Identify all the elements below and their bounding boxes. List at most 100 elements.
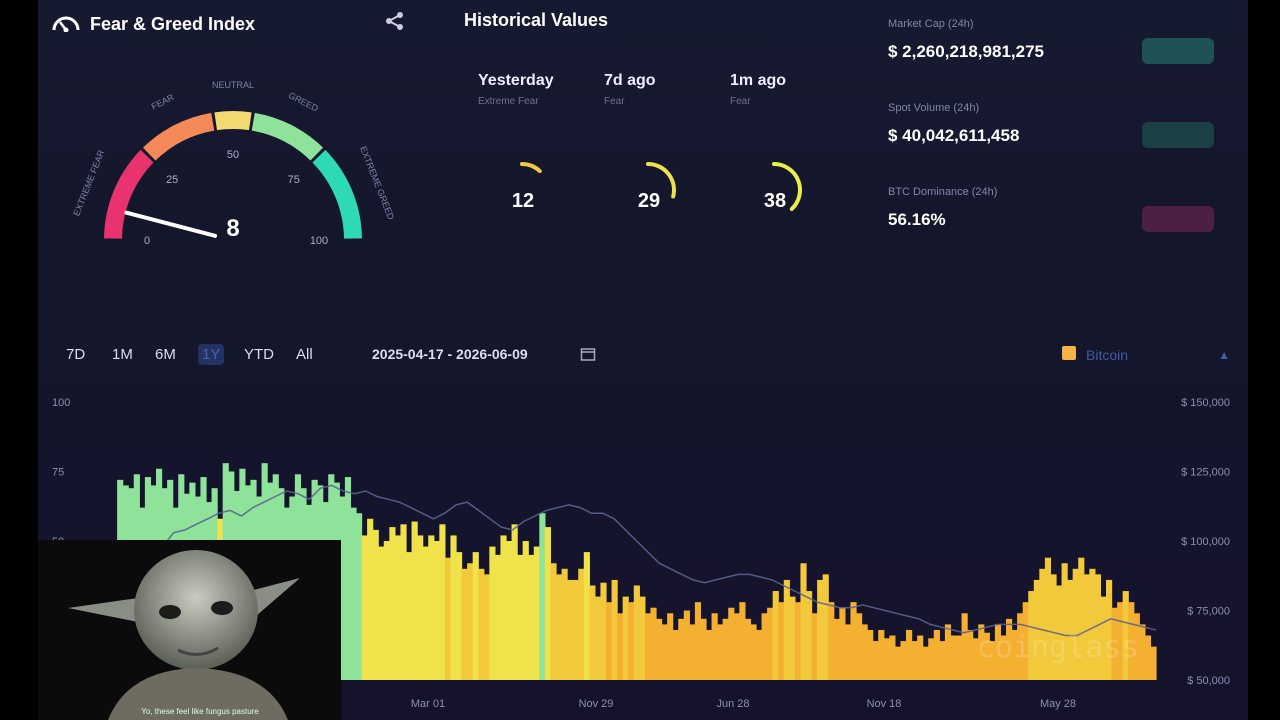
- fear-greed-bar: [456, 552, 463, 680]
- fear-greed-bar: [561, 568, 568, 680]
- fear-greed-bar: [861, 624, 868, 680]
- x-axis-tick: May 28: [1040, 698, 1076, 710]
- fear-greed-bar: [889, 635, 896, 680]
- gauge-tick-label: 75: [288, 174, 300, 186]
- historical-label: 1m ago: [730, 72, 787, 89]
- fear-greed-bar: [483, 574, 490, 680]
- fear-greed-bar: [1144, 635, 1152, 680]
- gauge-tick-label: 25: [166, 174, 178, 186]
- fear-greed-bar: [911, 641, 918, 680]
- range-all-button[interactable]: All: [292, 344, 317, 365]
- fear-greed-bar: [856, 613, 863, 680]
- fear-greed-bar: [939, 641, 946, 680]
- spot-volume-sparkline: [1142, 122, 1214, 148]
- fear-greed-bar: [828, 602, 835, 680]
- gauge-tick-label: 50: [227, 149, 239, 161]
- gauge-segment: [104, 149, 154, 239]
- fear-greed-bar: [367, 518, 374, 680]
- spot-volume-label: Spot Volume (24h): [888, 102, 980, 114]
- fear-greed-bar: [683, 610, 690, 680]
- coin-select[interactable]: Bitcoin ▲: [1060, 342, 1230, 368]
- fear-greed-bar: [644, 613, 652, 680]
- watermark: coinglass: [977, 630, 1140, 665]
- range-ytd-button[interactable]: YTD: [240, 344, 278, 365]
- gauge-needle: [124, 210, 218, 238]
- fear-greed-bar: [400, 524, 407, 680]
- x-axis-tick: Nov 18: [867, 698, 902, 710]
- fear-greed-bar: [894, 646, 902, 680]
- fear-greed-bar: [794, 602, 802, 680]
- fear-greed-bar: [839, 607, 846, 680]
- fear-greed-bar: [528, 554, 535, 680]
- fear-greed-bar: [450, 535, 457, 680]
- right-axis-tick: $ 50,000: [1187, 675, 1230, 687]
- fear-greed-bar: [750, 624, 757, 680]
- range-6m-button[interactable]: 6M: [151, 344, 180, 365]
- fear-greed-bar: [650, 607, 657, 680]
- fear-greed-bar: [739, 602, 746, 680]
- gauge-zone-label: FEAR: [150, 92, 176, 112]
- x-axis-tick: Nov 29: [579, 698, 614, 710]
- x-axis-tick: Jun 28: [716, 698, 749, 710]
- fear-greed-bar: [378, 546, 385, 680]
- gauge-segment: [214, 111, 252, 131]
- gauge-segment: [142, 112, 215, 161]
- fear-greed-bar: [572, 579, 579, 680]
- fear-greed-bar: [411, 521, 418, 680]
- historical-7d: 7d ago Fear 29: [604, 72, 714, 242]
- range-1m-button[interactable]: 1M: [108, 344, 137, 365]
- fear-greed-bar: [1139, 624, 1146, 680]
- fear-greed-bar: [811, 613, 818, 680]
- fear-greed-bar: [922, 646, 929, 680]
- gauge-tick-label: 100: [310, 235, 328, 247]
- fear-greed-bar: [950, 635, 957, 680]
- fear-greed-bar: [722, 618, 729, 680]
- fear-greed-bar: [428, 535, 435, 680]
- share-button[interactable]: [382, 10, 408, 36]
- fear-greed-bar: [633, 585, 640, 680]
- historical-label: Yesterday: [478, 72, 554, 89]
- bitcoin-icon: [1060, 344, 1078, 367]
- chart-toolbar: 7D 1M 6M 1Y YTD All 2025-04-17 - 2026-06…: [38, 340, 1248, 370]
- fear-greed-bar: [744, 618, 752, 680]
- fear-greed-bar: [756, 629, 763, 680]
- fear-greed-bar: [772, 591, 779, 680]
- historical-values-card: Historical Values Yesterday Extreme Fear…: [458, 0, 878, 260]
- fear-greed-bar: [556, 574, 563, 680]
- gauge-tick-label: 0: [144, 235, 150, 247]
- fear-greed-bar: [733, 613, 740, 680]
- fear-greed-bar: [928, 638, 935, 680]
- fear-greed-bar: [517, 554, 524, 680]
- date-range-picker[interactable]: 2025-04-17 - 2026-06-09: [372, 346, 528, 362]
- fear-greed-bar: [689, 624, 696, 680]
- historical-value: 12: [511, 190, 535, 212]
- fear-greed-bar: [700, 618, 707, 680]
- range-1y-button[interactable]: 1Y: [198, 344, 225, 365]
- fear-greed-bar: [906, 629, 913, 680]
- fear-greed-title-text: Fear & Greed Index: [90, 14, 256, 34]
- fear-greed-bar: [622, 596, 629, 680]
- dashboard: Fear & Greed Index EXTREME FEAR FEAR NEUTR…: [38, 0, 1248, 720]
- coin-select-label: Bitcoin: [1086, 347, 1129, 363]
- left-axis-tick: 100: [52, 397, 70, 409]
- range-7d-button[interactable]: 7D: [62, 344, 89, 365]
- right-axis-tick: $ 75,000: [1187, 606, 1230, 618]
- fear-greed-bar: [667, 613, 674, 680]
- fear-greed-bar: [628, 602, 635, 680]
- gauge-zone-label: GREED: [287, 90, 321, 114]
- fear-greed-bar: [467, 563, 474, 680]
- calendar-icon[interactable]: [580, 346, 596, 367]
- fear-greed-bar: [678, 618, 685, 680]
- fear-greed-bar: [544, 527, 552, 680]
- fear-greed-bar: [472, 552, 479, 680]
- fear-greed-bar: [567, 579, 574, 680]
- right-axis-tick: $ 150,000: [1181, 397, 1230, 409]
- fear-greed-bar: [883, 638, 890, 680]
- historical-sub: Extreme Fear: [478, 96, 539, 107]
- fear-greed-bar: [578, 568, 585, 680]
- fear-greed-bar: [783, 579, 790, 680]
- fear-greed-bar: [867, 629, 874, 680]
- fear-greed-bar: [806, 591, 813, 680]
- fear-greed-bar: [356, 513, 363, 680]
- fear-greed-bar: [489, 546, 496, 680]
